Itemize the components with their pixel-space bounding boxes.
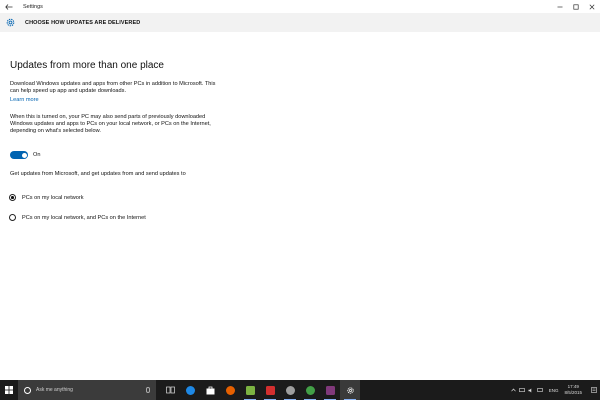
radio-button-selected[interactable] [9, 194, 16, 201]
cortana-icon [24, 386, 31, 394]
page-title: CHOOSE HOW UPDATES ARE DELIVERED [25, 19, 141, 26]
app-red-icon[interactable] [260, 380, 280, 400]
description-text: Download Windows updates and apps from o… [10, 81, 216, 94]
taskbar: Ask me anything ENG 17:49 8/5/2015 [0, 380, 600, 400]
radio-label: PCs on my local network [22, 194, 84, 201]
start-button[interactable] [0, 380, 18, 400]
taskbar-apps [160, 380, 360, 400]
network-icon[interactable] [518, 380, 527, 400]
close-button[interactable] [584, 0, 600, 13]
page-header: CHOOSE HOW UPDATES ARE DELIVERED [0, 13, 600, 32]
volume-icon[interactable] [527, 380, 536, 400]
message-icon[interactable] [536, 380, 545, 400]
title-bar: Settings [0, 0, 600, 13]
app-green-icon[interactable] [240, 380, 260, 400]
radio-option-local-network[interactable]: PCs on my local network [9, 194, 84, 201]
window-title: Settings [23, 3, 43, 10]
media-player-icon[interactable] [280, 380, 300, 400]
window-controls [552, 0, 600, 13]
back-arrow-icon[interactable] [1, 0, 17, 13]
edge-icon[interactable] [180, 380, 200, 400]
task-view-icon[interactable] [160, 380, 180, 400]
store-icon[interactable] [200, 380, 220, 400]
section-heading: Updates from more than one place [10, 60, 164, 71]
radio-option-local-and-internet[interactable]: PCs on my local network, and PCs on the … [9, 214, 146, 221]
clock[interactable]: 17:49 8/5/2015 [564, 384, 582, 396]
system-tray: ENG 17:49 8/5/2015 [509, 380, 600, 400]
minimize-button[interactable] [552, 0, 568, 13]
toggle-description-text: When this is turned on, your PC may also… [10, 114, 211, 134]
app-green-2-icon[interactable] [300, 380, 320, 400]
settings-taskbar-icon[interactable] [340, 380, 360, 400]
windows-logo-icon [5, 386, 13, 394]
search-placeholder: Ask me anything [36, 387, 73, 393]
delivery-optimization-toggle[interactable] [10, 151, 28, 159]
radio-label: PCs on my local network, and PCs on the … [22, 214, 146, 221]
firefox-icon[interactable] [220, 380, 240, 400]
onenote-icon[interactable] [320, 380, 340, 400]
maximize-button[interactable] [568, 0, 584, 13]
language-indicator[interactable]: ENG [549, 388, 559, 393]
radio-button[interactable] [9, 214, 16, 221]
clock-date: 8/5/2015 [564, 390, 582, 395]
toggle-knob [21, 152, 27, 158]
toggle-state-label: On [33, 152, 41, 158]
chevron-up-icon[interactable] [509, 380, 518, 400]
options-label: Get updates from Microsoft, and get upda… [10, 171, 186, 177]
search-box[interactable]: Ask me anything [18, 380, 156, 400]
action-center-icon[interactable] [588, 380, 600, 400]
learn-more-link[interactable]: Learn more [10, 97, 39, 103]
microphone-icon[interactable] [146, 387, 150, 393]
gear-icon [4, 17, 16, 29]
